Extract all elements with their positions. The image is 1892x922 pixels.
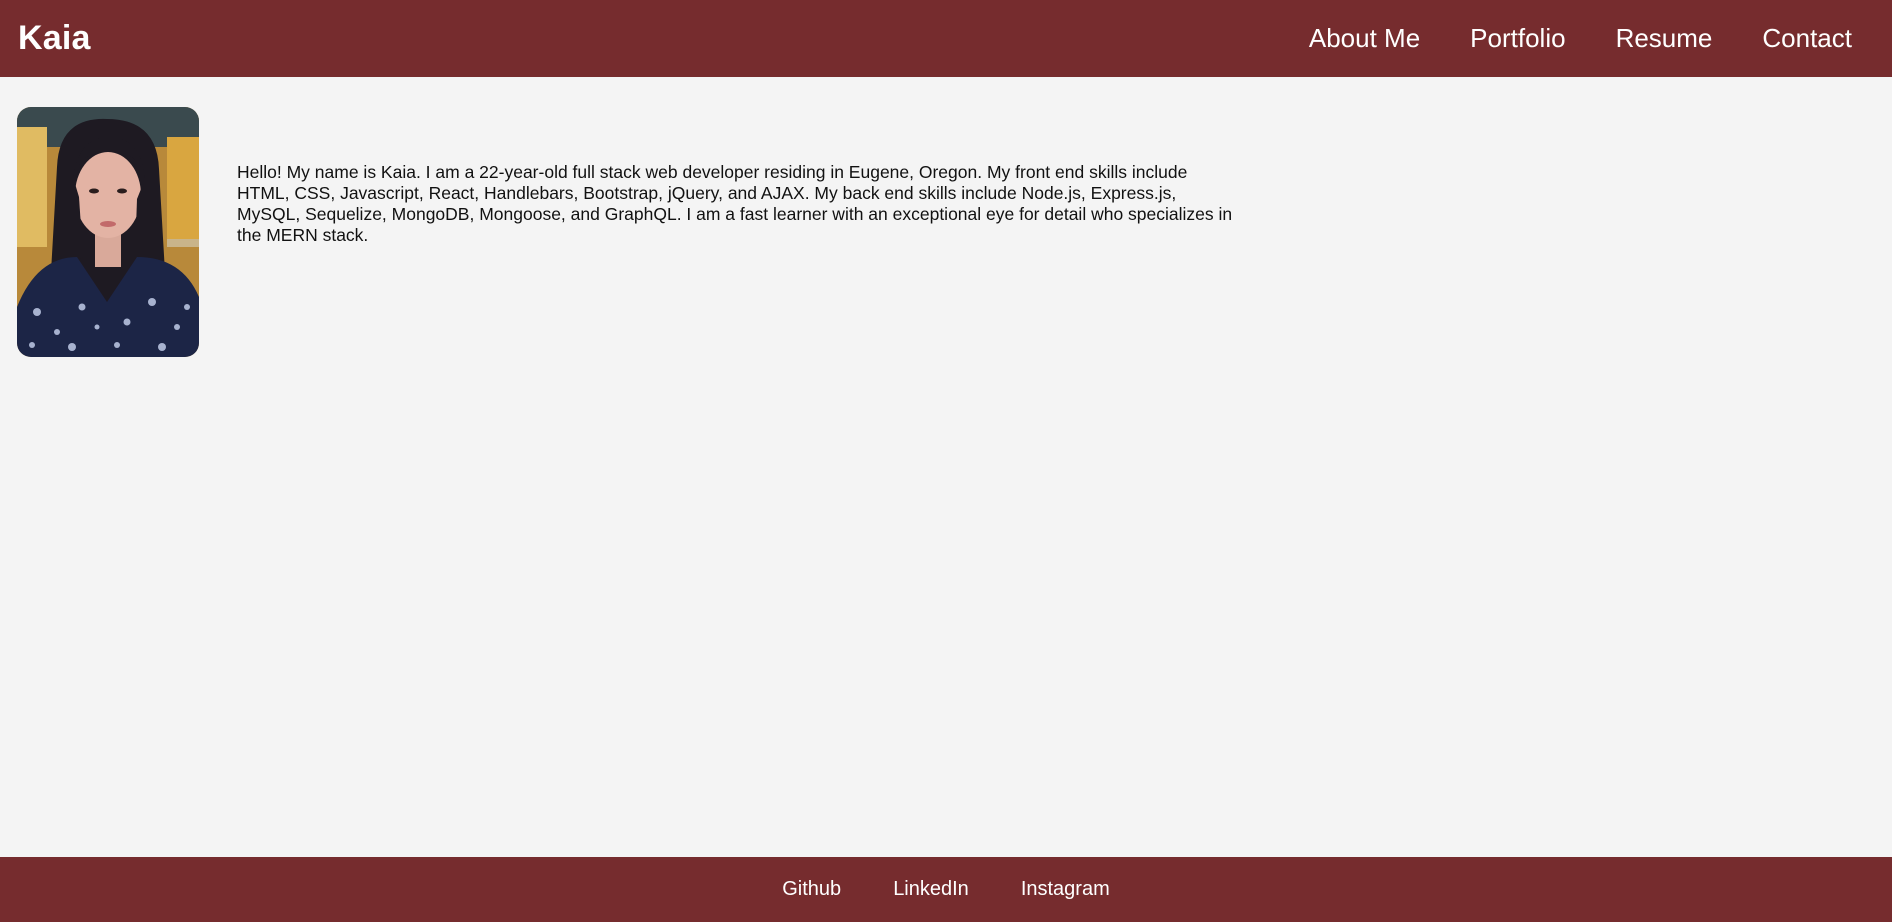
footer-linkedin-link[interactable]: LinkedIn bbox=[893, 878, 969, 901]
about-section: Hello! My name is Kaia. I am a 22-year-o… bbox=[17, 107, 1237, 357]
nav-portfolio-link[interactable]: Portfolio bbox=[1470, 23, 1565, 54]
footer-instagram-link[interactable]: Instagram bbox=[1021, 878, 1110, 901]
nav-resume-link[interactable]: Resume bbox=[1616, 23, 1713, 54]
footer-github-link[interactable]: Github bbox=[782, 878, 841, 901]
brand-logo-link[interactable]: Kaia bbox=[18, 19, 91, 58]
nav-about-me-link[interactable]: About Me bbox=[1309, 23, 1420, 54]
site-footer: Github LinkedIn Instagram bbox=[0, 857, 1892, 922]
profile-photo bbox=[17, 107, 199, 357]
nav-contact-link[interactable]: Contact bbox=[1762, 23, 1852, 54]
site-header: Kaia About Me Portfolio Resume Contact bbox=[0, 0, 1892, 77]
bio-text: Hello! My name is Kaia. I am a 22-year-o… bbox=[237, 162, 1233, 246]
main-nav: About Me Portfolio Resume Contact bbox=[1259, 23, 1852, 54]
